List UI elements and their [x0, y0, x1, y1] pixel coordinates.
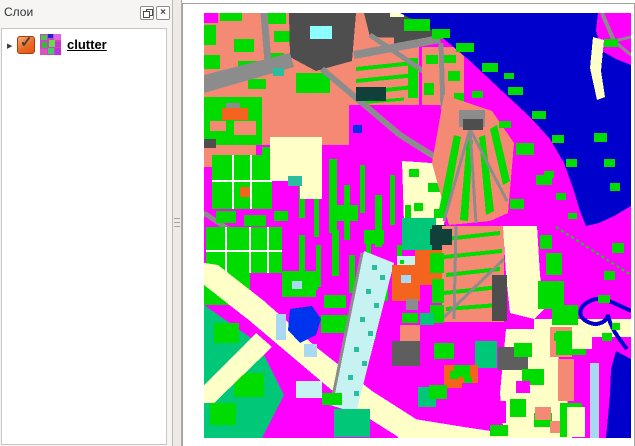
- layer-tree: ▶ ✓ clutter: [1, 28, 167, 445]
- layers-panel-title: Слои: [4, 5, 34, 19]
- panel-splitter[interactable]: [172, 0, 182, 446]
- close-icon: ×: [160, 7, 166, 18]
- layer-visibility-checkbox[interactable]: ✓: [17, 34, 35, 54]
- expander-arrow-icon[interactable]: ▶: [7, 42, 12, 50]
- layer-row-clutter[interactable]: ▶ ✓ clutter: [2, 31, 166, 57]
- layer-name[interactable]: clutter: [67, 37, 107, 52]
- checkmark-icon: ✓: [20, 34, 33, 51]
- layer-thumbnail: [40, 34, 61, 55]
- layers-panel: Слои × ▶ ✓ clutter: [0, 0, 172, 446]
- map-canvas[interactable]: [182, 3, 635, 446]
- clutter-raster: [204, 13, 631, 438]
- panel-restore-button[interactable]: [140, 6, 154, 20]
- splitter-grip-icon: [174, 218, 180, 230]
- panel-close-button[interactable]: ×: [156, 6, 170, 20]
